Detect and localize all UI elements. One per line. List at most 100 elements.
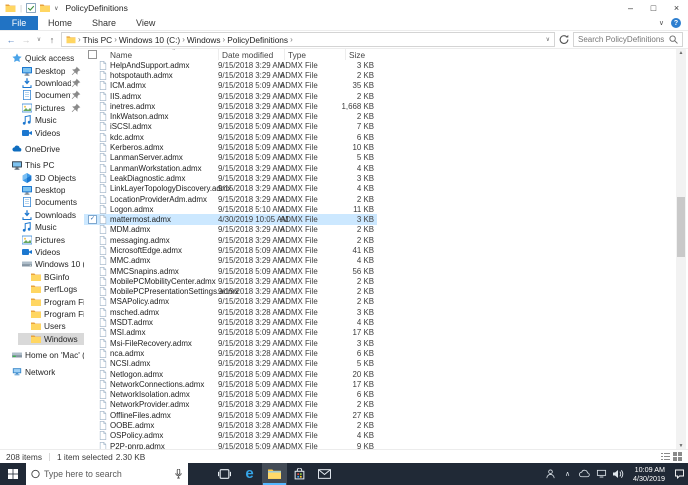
sidebar-item[interactable]: 3D Objects: [0, 172, 84, 184]
recent-locations-chevron-icon[interactable]: ∨: [35, 36, 43, 43]
MSDT.admx[interactable]: ✓ MSDT.admx 9/15/2018 3:29 AM ADMX File …: [84, 317, 377, 327]
sidebar-item[interactable]: Windows 10 (C:): [0, 258, 84, 270]
HelpAndSupport.admx[interactable]: ✓ HelpAndSupport.admx 9/15/2018 3:29 AM …: [84, 60, 377, 70]
sidebar-windows-selected[interactable]: Windows: [0, 332, 84, 345]
OfflineFiles.admx[interactable]: ✓ OfflineFiles.admx 9/15/2018 5:09 AM AD…: [84, 410, 377, 420]
hotspotauth.admx[interactable]: ✓ hotspotauth.admx 9/15/2018 3:29 AM ADM…: [84, 70, 377, 80]
close-button[interactable]: ×: [665, 0, 688, 16]
address-dropdown-chevron-icon[interactable]: ∨: [546, 36, 550, 43]
sidebar-onedrive[interactable]: OneDrive: [0, 143, 84, 155]
sidebar-item[interactable]: PerfLogs: [0, 283, 84, 295]
details-view-icon[interactable]: [661, 452, 670, 461]
ribbon-tab[interactable]: Share: [82, 16, 126, 30]
LanmanWorkstation.admx[interactable]: ✓ LanmanWorkstation.admx 9/15/2018 3:29 …: [84, 163, 377, 173]
messaging.admx[interactable]: ✓ messaging.admx 9/15/2018 3:29 AM ADMX …: [84, 235, 377, 245]
select-all-checkbox[interactable]: [88, 50, 97, 59]
column-header-date-modified[interactable]: Date modified: [218, 49, 284, 60]
breadcrumb-segment[interactable]: This PC: [83, 35, 113, 45]
taskbar-file-explorer-button[interactable]: [262, 463, 287, 485]
sidebar-item[interactable]: Program Files: [0, 295, 84, 307]
scrollbar-thumb[interactable]: [677, 197, 685, 257]
tray-volume-icon[interactable]: [613, 469, 624, 479]
column-header-name[interactable]: Name: [110, 50, 218, 60]
sidebar-item[interactable]: Videos: [0, 126, 84, 138]
row-checkbox[interactable]: ✓: [88, 215, 97, 225]
MSAPolicy.admx[interactable]: ✓ MSAPolicy.admx 9/15/2018 3:29 AM ADMX …: [84, 297, 377, 307]
Netlogon.admx[interactable]: ✓ Netlogon.admx 9/15/2018 5:09 AM ADMX F…: [84, 369, 377, 379]
tray-show-hidden-icons[interactable]: ∧: [562, 469, 573, 479]
breadcrumb-segment[interactable]: Windows 10 (C:): [119, 35, 180, 45]
MSI.admx[interactable]: ✓ MSI.admx 9/15/2018 5:09 AM ADMX File 1…: [84, 328, 377, 338]
sidebar-item[interactable]: Documents: [0, 196, 84, 208]
qat-customize-chevron-icon[interactable]: ∨: [54, 5, 58, 12]
tray-onedrive-icon[interactable]: [579, 469, 590, 479]
sidebar-item[interactable]: Downloads: [0, 209, 84, 221]
maximize-button[interactable]: □: [642, 0, 665, 16]
MicrosoftEdge.admx[interactable]: ✓ MicrosoftEdge.admx 9/15/2018 5:09 AM A…: [84, 245, 377, 255]
OSPolicy.admx[interactable]: ✓ OSPolicy.admx 9/15/2018 3:29 AM ADMX F…: [84, 431, 377, 441]
taskbar-mail-button[interactable]: [312, 463, 337, 485]
IIS.admx[interactable]: ✓ IIS.admx 9/15/2018 3:29 AM ADMX File 2…: [84, 91, 377, 101]
taskbar-task-view-button[interactable]: [212, 463, 237, 485]
sidebar-item[interactable]: Desktop: [0, 64, 84, 76]
sidebar-item[interactable]: Music: [0, 221, 84, 233]
expand-ribbon-chevron-icon[interactable]: ∨: [659, 19, 664, 27]
inetres.admx[interactable]: ✓ inetres.admx 9/15/2018 3:29 AM ADMX Fi…: [84, 101, 377, 111]
help-icon[interactable]: ?: [671, 18, 681, 28]
taskbar-search-box[interactable]: Type here to search: [26, 463, 188, 485]
tray-people-icon[interactable]: [545, 469, 556, 479]
kdc.admx[interactable]: ✓ kdc.admx 9/15/2018 5:09 AM ADMX File 6…: [84, 132, 377, 142]
MMC.admx[interactable]: ✓ MMC.admx 9/15/2018 3:29 AM ADMX File 4…: [84, 256, 377, 266]
sidebar-item[interactable]: Program Files (x86): [0, 308, 84, 320]
ribbon-tab[interactable]: Home: [38, 16, 82, 30]
minimize-button[interactable]: –: [619, 0, 642, 16]
sidebar-item[interactable]: Users: [0, 320, 84, 332]
NetworkConnections.admx[interactable]: ✓ NetworkConnections.admx 9/15/2018 5:09…: [84, 379, 377, 389]
large-icons-view-icon[interactable]: [673, 452, 682, 461]
sidebar-this-pc[interactable]: This PC: [0, 159, 84, 171]
sidebar-item[interactable]: Videos: [0, 246, 84, 258]
LocationProviderAdm.admx[interactable]: ✓ LocationProviderAdm.admx 9/15/2018 3:2…: [84, 194, 377, 204]
nca.admx[interactable]: ✓ nca.admx 9/15/2018 3:28 AM ADMX File 6…: [84, 348, 377, 358]
new-folder-icon[interactable]: [40, 3, 51, 13]
tab-file[interactable]: File: [0, 16, 38, 30]
MobilePCPresentationSettings.admx[interactable]: ✓ MobilePCPresentationSettings.admx 9/15…: [84, 287, 377, 297]
taskbar-clock[interactable]: 10:09 AM 4/30/2019: [633, 465, 665, 484]
up-button[interactable]: ↑: [46, 35, 58, 45]
sidebar-item[interactable]: Documents: [0, 89, 84, 101]
NetworkIsolation.admx[interactable]: ✓ NetworkIsolation.admx 9/15/2018 5:09 A…: [84, 390, 377, 400]
taskbar-edge-button[interactable]: e: [237, 463, 262, 485]
column-header-type[interactable]: Type: [284, 49, 345, 60]
Msi-FileRecovery.admx[interactable]: ✓ Msi-FileRecovery.admx 9/15/2018 3:29 A…: [84, 338, 377, 348]
InkWatson.admx[interactable]: ✓ InkWatson.admx 9/15/2018 3:29 AM ADMX …: [84, 111, 377, 121]
sidebar-quick-access[interactable]: Quick access: [0, 52, 84, 64]
LinkLayerTopologyDiscovery.admx[interactable]: ✓ LinkLayerTopologyDiscovery.admx 9/15/2…: [84, 184, 377, 194]
address-field[interactable]: › This PC › Windows 10 (C:) › Windows › PolicyD…: [61, 32, 555, 47]
MMCSnapins.admx[interactable]: ✓ MMCSnapins.admx 9/15/2018 5:09 AM ADMX…: [84, 266, 377, 276]
Logon.admx[interactable]: ✓ Logon.admx 9/15/2018 5:10 AM ADMX File…: [84, 204, 377, 214]
LeakDiagnostic.admx[interactable]: ✓ LeakDiagnostic.admx 9/15/2018 3:29 AM …: [84, 173, 377, 183]
NCSI.admx[interactable]: ✓ NCSI.admx 9/15/2018 3:29 AM ADMX File …: [84, 359, 377, 369]
action-center-icon[interactable]: [674, 469, 685, 479]
tray-network-icon[interactable]: [596, 469, 607, 479]
OOBE.admx[interactable]: ✓ OOBE.admx 9/15/2018 3:28 AM ADMX File …: [84, 420, 377, 430]
breadcrumb-segment[interactable]: PolicyDefinitions: [227, 35, 288, 45]
MDM.admx[interactable]: ✓ MDM.admx 9/15/2018 3:29 AM ADMX File 2…: [84, 225, 377, 235]
mattermost.admx[interactable]: ✓ mattermost.admx 4/30/2019 10:05 AM ADM…: [84, 214, 377, 225]
sidebar-item[interactable]: Pictures: [0, 233, 84, 245]
microphone-icon[interactable]: [174, 469, 183, 479]
NetworkProvider.admx[interactable]: ✓ NetworkProvider.admx 9/15/2018 3:29 AM…: [84, 400, 377, 410]
refresh-icon[interactable]: [558, 34, 570, 45]
taskbar-store-button[interactable]: [287, 463, 312, 485]
sidebar-item[interactable]: Desktop: [0, 184, 84, 196]
sidebar-item[interactable]: Music: [0, 114, 84, 126]
sidebar-item[interactable]: Pictures: [0, 102, 84, 114]
iSCSI.admx[interactable]: ✓ iSCSI.admx 9/15/2018 5:09 AM ADMX File…: [84, 122, 377, 132]
sidebar-item[interactable]: Downloads: [0, 77, 84, 89]
ribbon-tab[interactable]: View: [126, 16, 165, 30]
sidebar-home-mac[interactable]: Home on 'Mac' (Z:): [0, 349, 84, 361]
LanmanServer.admx[interactable]: ✓ LanmanServer.admx 9/15/2018 5:09 AM AD…: [84, 153, 377, 163]
sidebar-network[interactable]: Network: [0, 365, 84, 377]
breadcrumb-segment[interactable]: Windows: [187, 35, 221, 45]
sidebar-item[interactable]: BGinfo: [0, 271, 84, 283]
